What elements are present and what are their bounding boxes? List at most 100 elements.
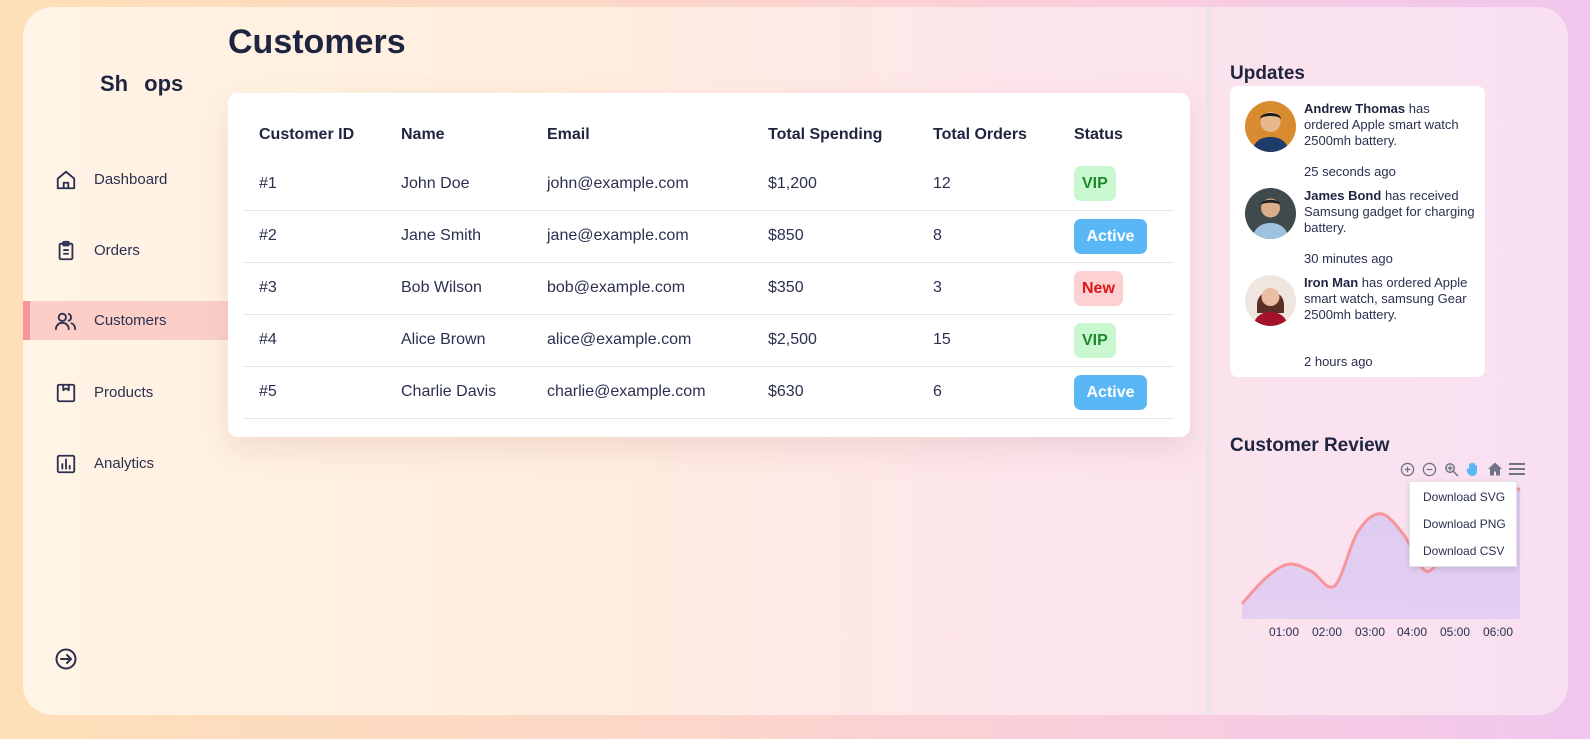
table-row[interactable]: #2 Jane Smith jane@example.com $850 8 Ac… <box>243 210 1174 263</box>
update-text: Iron Man has ordered Apple smart watch, … <box>1304 275 1476 323</box>
x-tick-label: 03:00 <box>1355 625 1386 639</box>
column-header-name[interactable]: Name <box>385 111 531 158</box>
menu-icon[interactable] <box>1508 460 1526 478</box>
cell-customer-id: #3 <box>243 262 385 315</box>
cell-total-spending: $350 <box>752 262 917 315</box>
cell-total-orders: 3 <box>917 262 1058 315</box>
x-tick-label: 01:00 <box>1269 625 1300 639</box>
cell-status: Active <box>1058 210 1174 263</box>
cell-email: john@example.com <box>531 158 752 211</box>
cell-status: VIP <box>1058 314 1174 367</box>
home-icon <box>54 168 78 192</box>
cell-email: alice@example.com <box>531 314 752 367</box>
status-badge: Active <box>1074 374 1147 410</box>
cell-name: Alice Brown <box>385 314 531 367</box>
app-window: Sh ops Dashboard Orders Customers Product <box>23 7 1568 715</box>
sidebar-item-label: Products <box>94 384 154 401</box>
zoom-in-icon[interactable] <box>1398 460 1416 478</box>
table-header-row: Customer ID Name Email Total Spending To… <box>243 111 1174 158</box>
download-svg-item[interactable]: Download SVG <box>1410 484 1516 511</box>
sidebar-item-orders[interactable]: Orders <box>23 231 228 270</box>
clipboard-icon <box>54 239 78 263</box>
zoom-select-icon[interactable] <box>1442 460 1460 478</box>
panel-divider <box>1206 7 1212 715</box>
customers-table: Customer ID Name Email Total Spending To… <box>243 111 1174 419</box>
column-header-customer-id[interactable]: Customer ID <box>243 111 385 158</box>
cell-total-orders: 8 <box>917 210 1058 263</box>
update-time: 2 hours ago <box>1304 354 1373 369</box>
cell-customer-id: #2 <box>243 210 385 263</box>
cell-email: charlie@example.com <box>531 366 752 419</box>
cell-customer-id: #4 <box>243 314 385 367</box>
cell-name: Jane Smith <box>385 210 531 263</box>
cell-name: John Doe <box>385 158 531 211</box>
cell-total-spending: $850 <box>752 210 917 263</box>
update-time: 25 seconds ago <box>1304 164 1396 179</box>
sidebar-item-label: Analytics <box>94 455 155 472</box>
cell-total-orders: 6 <box>917 366 1058 419</box>
sidebar-item-customers[interactable]: Customers <box>23 301 228 340</box>
cell-total-spending: $630 <box>752 366 917 419</box>
chart-toolbar <box>1398 460 1526 478</box>
update-name: James Bond <box>1304 188 1382 203</box>
cell-email: bob@example.com <box>531 262 752 315</box>
download-png-item[interactable]: Download PNG <box>1410 511 1516 538</box>
status-badge: VIP <box>1074 322 1116 358</box>
users-icon <box>54 309 78 333</box>
updates-title: Updates <box>1230 63 1305 84</box>
logo-text-part2: ops <box>144 71 184 96</box>
customers-table-card: Customer ID Name Email Total Spending To… <box>228 93 1190 437</box>
update-name: Andrew Thomas <box>1304 101 1406 116</box>
sidebar-item-products[interactable]: Products <box>23 373 228 412</box>
table-row[interactable]: #4 Alice Brown alice@example.com $2,500 … <box>243 314 1174 367</box>
logo: Sh ops <box>100 71 183 97</box>
column-header-total-orders[interactable]: Total Orders <box>917 111 1058 158</box>
logout-icon[interactable] <box>54 647 78 671</box>
cell-customer-id: #5 <box>243 366 385 419</box>
cell-total-orders: 12 <box>917 158 1058 211</box>
update-name: Iron Man <box>1304 275 1359 290</box>
download-menu: Download SVG Download PNG Download CSV <box>1409 481 1517 567</box>
cell-total-spending: $2,500 <box>752 314 917 367</box>
column-header-total-spending[interactable]: Total Spending <box>752 111 917 158</box>
package-icon <box>54 381 78 405</box>
column-header-email[interactable]: Email <box>531 111 752 158</box>
sidebar: Sh ops Dashboard Orders Customers Product <box>23 7 228 715</box>
sidebar-item-label: Customers <box>94 312 167 329</box>
cell-total-spending: $1,200 <box>752 158 917 211</box>
customer-review-title: Customer Review <box>1230 435 1390 456</box>
sidebar-item-analytics[interactable]: Analytics <box>23 444 228 483</box>
download-csv-item[interactable]: Download CSV <box>1410 538 1516 565</box>
update-time: 30 minutes ago <box>1304 251 1393 266</box>
cell-status: New <box>1058 262 1174 315</box>
table-row[interactable]: #1 John Doe john@example.com $1,200 12 V… <box>243 158 1174 211</box>
update-text: James Bond has received Samsung gadget f… <box>1304 188 1476 236</box>
logo-text-part1: Sh <box>100 71 129 96</box>
pan-hand-icon[interactable] <box>1464 460 1482 478</box>
status-badge: VIP <box>1074 166 1116 202</box>
x-tick-label: 02:00 <box>1312 625 1343 639</box>
status-badge: Active <box>1074 218 1147 254</box>
avatar <box>1245 275 1296 326</box>
cell-name: Bob Wilson <box>385 262 531 315</box>
page-title: Customers <box>228 23 406 61</box>
x-tick-label: 05:00 <box>1440 625 1471 639</box>
status-badge: New <box>1074 270 1123 306</box>
zoom-out-icon[interactable] <box>1420 460 1438 478</box>
avatar <box>1245 188 1296 239</box>
table-row[interactable]: #3 Bob Wilson bob@example.com $350 3 New <box>243 262 1174 315</box>
cell-customer-id: #1 <box>243 158 385 211</box>
cell-total-orders: 15 <box>917 314 1058 367</box>
home-reset-icon[interactable] <box>1486 460 1504 478</box>
column-header-status[interactable]: Status <box>1058 111 1174 158</box>
sidebar-item-dashboard[interactable]: Dashboard <box>23 160 228 199</box>
sidebar-item-label: Orders <box>94 242 140 259</box>
sidebar-item-label: Dashboard <box>94 171 168 188</box>
x-tick-label: 06:00 <box>1483 625 1514 639</box>
updates-card: Andrew Thomas has ordered Apple smart wa… <box>1230 86 1485 377</box>
table-row[interactable]: #5 Charlie Davis charlie@example.com $63… <box>243 366 1174 419</box>
cell-name: Charlie Davis <box>385 366 531 419</box>
chart-icon <box>54 452 78 476</box>
avatar <box>1245 101 1296 152</box>
x-tick-label: 04:00 <box>1397 625 1428 639</box>
